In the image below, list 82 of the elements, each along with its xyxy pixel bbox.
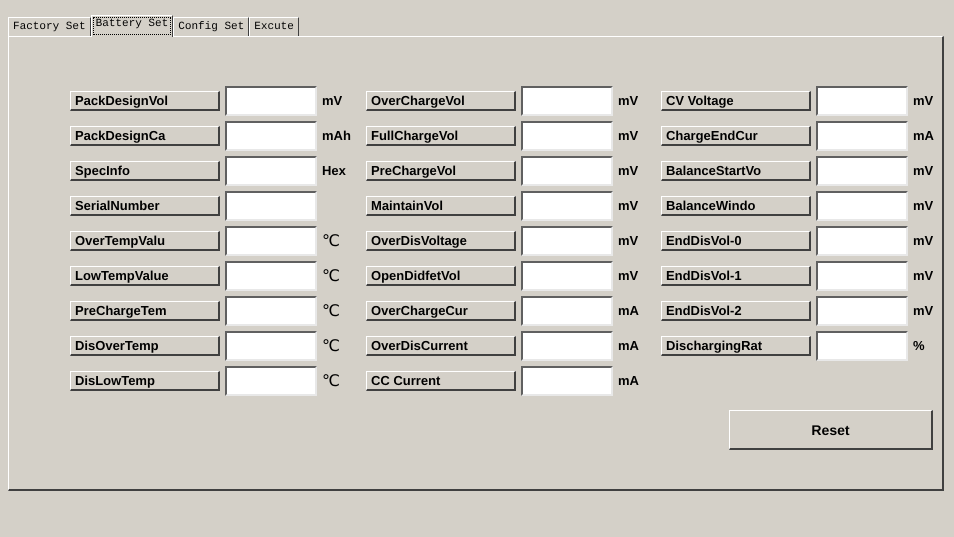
parameter-button[interactable]: OverChargeCur [366, 300, 516, 320]
parameter-button[interactable]: CV Voltage [661, 90, 811, 110]
parameter-button[interactable]: EndDisVol-1 [661, 266, 811, 286]
unit-label: ℃ [322, 301, 340, 320]
unit-label: Hex [322, 163, 346, 178]
parameter-button[interactable]: DisOverTemp [70, 336, 220, 356]
unit-label: mA [618, 373, 639, 388]
parameter-button[interactable]: EndDisVol-2 [661, 300, 811, 320]
parameter-button[interactable]: PackDesignCa [70, 126, 220, 146]
input-field[interactable] [816, 260, 908, 290]
tab[interactable]: Battery Set [90, 15, 174, 37]
unit-label: mV [618, 268, 638, 283]
tab[interactable]: Config Set [173, 17, 250, 36]
unit-label: mV [913, 268, 934, 283]
parameter-button[interactable]: BalanceWindo [661, 196, 811, 216]
unit-label: mV [322, 93, 342, 108]
input-field[interactable] [521, 226, 613, 256]
unit-label: mV [618, 93, 638, 108]
tab[interactable]: Factory Set [8, 17, 91, 36]
input-field[interactable] [225, 330, 317, 360]
input-field[interactable] [225, 156, 317, 186]
unit-label: mV [618, 163, 638, 178]
input-field[interactable] [521, 190, 613, 220]
unit-label: % [913, 338, 925, 353]
parameter-button[interactable]: OverDisVoltage [366, 230, 516, 250]
unit-label: ℃ [322, 231, 340, 250]
unit-label: ℃ [322, 371, 340, 390]
unit-label: mV [913, 233, 934, 248]
unit-label: mV [913, 198, 934, 213]
input-field[interactable] [521, 120, 613, 150]
input-field[interactable] [225, 366, 317, 396]
parameter-button[interactable]: OverDisCurrent [366, 336, 516, 356]
unit-label: mV [913, 93, 934, 108]
parameter-button[interactable]: PackDesignVol [70, 90, 220, 110]
unit-label: mV [913, 163, 934, 178]
parameter-button[interactable]: SpecInfo [70, 160, 220, 180]
input-field[interactable] [521, 86, 613, 116]
input-field[interactable] [225, 260, 317, 290]
input-field[interactable] [816, 190, 908, 220]
input-field[interactable] [225, 296, 317, 326]
tab[interactable]: Excute [249, 17, 299, 36]
input-field[interactable] [816, 156, 908, 186]
input-field[interactable] [225, 86, 317, 116]
input-field[interactable] [816, 86, 908, 116]
input-field[interactable] [521, 330, 613, 360]
parameter-button[interactable]: BalanceStartVo [661, 160, 811, 180]
unit-label: mA [913, 128, 934, 143]
input-field[interactable] [521, 366, 613, 396]
input-field[interactable] [816, 296, 908, 326]
unit-label: ℃ [322, 266, 340, 285]
parameter-button[interactable]: SerialNumber [70, 196, 220, 216]
input-field[interactable] [521, 260, 613, 290]
parameter-button[interactable]: FullChargeVol [366, 126, 516, 146]
input-field[interactable] [816, 226, 908, 256]
input-field[interactable] [225, 120, 317, 150]
reset-button[interactable]: Reset [729, 410, 933, 450]
unit-label: mV [618, 198, 638, 213]
parameter-button[interactable]: PreChargeTem [70, 300, 220, 320]
input-field[interactable] [816, 330, 908, 360]
parameter-button[interactable]: DischargingRat [661, 336, 811, 356]
input-field[interactable] [816, 120, 908, 150]
unit-label: mV [618, 128, 638, 143]
input-field[interactable] [521, 296, 613, 326]
parameter-button[interactable]: EndDisVol-0 [661, 230, 811, 250]
parameter-button[interactable]: PreChargeVol [366, 160, 516, 180]
unit-label: ℃ [322, 336, 340, 355]
parameter-button[interactable]: ChargeEndCur [661, 126, 811, 146]
unit-label: mAh [322, 128, 351, 143]
unit-label: mA [618, 303, 639, 318]
input-field[interactable] [521, 156, 613, 186]
unit-label: mA [618, 338, 639, 353]
parameter-button[interactable]: DisLowTemp [70, 370, 220, 390]
unit-label: mV [913, 303, 934, 318]
input-field[interactable] [225, 190, 317, 220]
input-field[interactable] [225, 226, 317, 256]
parameter-button[interactable]: OverChargeVol [366, 90, 516, 110]
parameter-button[interactable]: OverTempValu [70, 230, 220, 250]
parameter-button[interactable]: MaintainVol [366, 196, 516, 216]
parameter-button[interactable]: LowTempValue [70, 266, 220, 286]
unit-label: mV [618, 233, 638, 248]
parameter-button[interactable]: CC Current [366, 370, 516, 390]
parameter-button[interactable]: OpenDidfetVol [366, 266, 516, 286]
